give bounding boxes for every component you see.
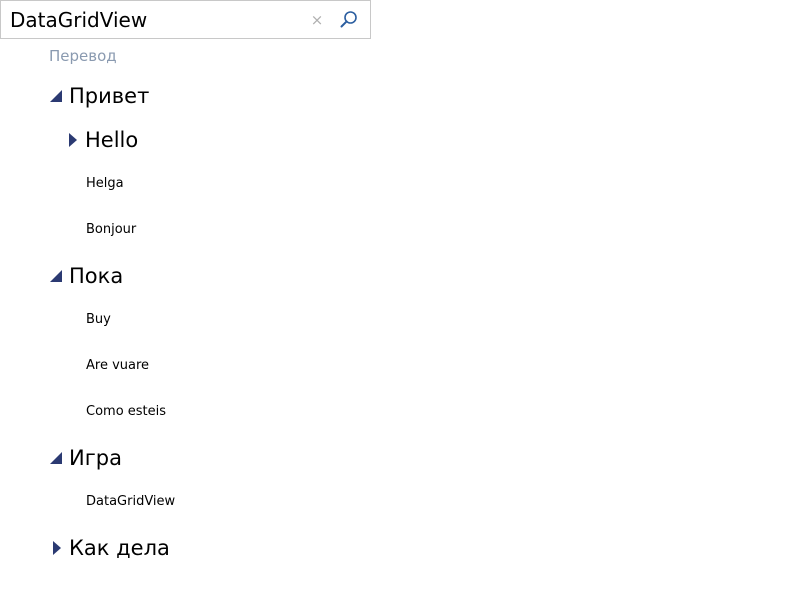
tree-node-poka[interactable]: Пока: [48, 263, 123, 289]
group-header: Перевод: [49, 47, 117, 65]
expanded-triangle-icon[interactable]: [48, 88, 64, 104]
search-icon[interactable]: [339, 10, 359, 30]
tree-leaf-como-esteis[interactable]: Como esteis: [86, 403, 166, 421]
search-box: ×: [0, 0, 371, 39]
tree-leaf-are-vuare[interactable]: Are vuare: [86, 357, 149, 375]
search-input[interactable]: [10, 7, 300, 33]
tree-node-igra[interactable]: Игра: [48, 445, 122, 471]
tree-leaf-buy[interactable]: Buy: [86, 311, 111, 329]
tree-node-label: Hello: [85, 128, 139, 152]
tree-leaf-datagridview[interactable]: DataGridView: [86, 493, 175, 511]
tree-node-label: Привет: [69, 84, 150, 108]
collapsed-triangle-icon[interactable]: [64, 132, 80, 148]
tree-node-kak-dela[interactable]: Как дела: [48, 535, 170, 561]
tree-node-privet[interactable]: Привет: [48, 83, 149, 109]
app-window: × Перевод Привет Hello Helga Bonjour Пок…: [0, 0, 800, 600]
tree-node-label: Пока: [69, 264, 124, 288]
tree-node-label: Игра: [69, 446, 122, 470]
collapsed-triangle-icon[interactable]: [48, 540, 64, 556]
tree-leaf-bonjour[interactable]: Bonjour: [86, 221, 136, 239]
tree-node-label: Как дела: [69, 536, 170, 560]
expanded-triangle-icon[interactable]: [48, 268, 64, 284]
close-icon[interactable]: ×: [310, 11, 324, 29]
expanded-triangle-icon[interactable]: [48, 450, 64, 466]
tree-leaf-helga[interactable]: Helga: [86, 175, 124, 193]
tree-node-hello[interactable]: Hello: [64, 127, 138, 153]
